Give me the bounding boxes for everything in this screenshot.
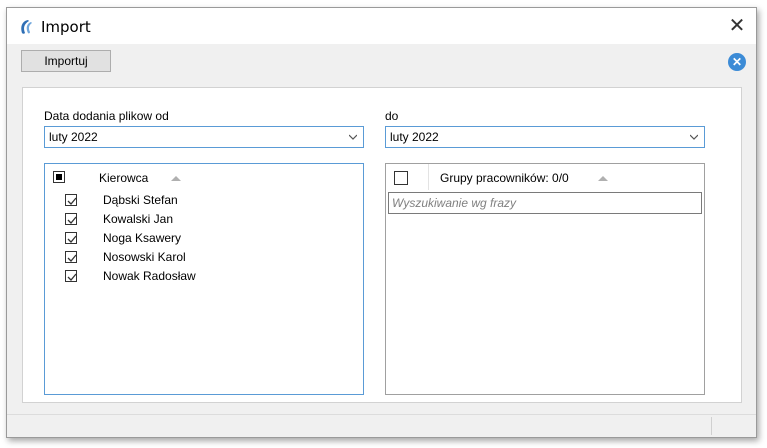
date-to-value: luty 2022 [390,130,439,144]
groups-column-header[interactable]: Grupy pracowników: 0/0 [440,171,569,185]
driver-checkbox[interactable] [65,270,77,282]
date-to-label: do [385,109,399,123]
date-to-dropdown[interactable]: luty 2022 [385,126,705,148]
employee-groups-list: Grupy pracowników: 0/0 Wyszukiwanie wg f… [385,163,705,395]
select-all-drivers-checkbox[interactable] [53,171,65,183]
column-divider [428,164,429,190]
list-item[interactable]: Noga Ksawery [65,230,345,248]
date-from-value: luty 2022 [49,130,98,144]
import-button[interactable]: Importuj [21,50,111,72]
import-window: Import ✕ Importuj ✕ Data dodania plikow … [6,7,757,438]
select-all-groups-checkbox[interactable] [394,171,408,185]
status-bar [7,414,756,437]
driver-checkbox[interactable] [65,232,77,244]
driver-name: Noga Ksawery [103,231,182,245]
chevron-down-icon [690,134,698,140]
driver-checkbox[interactable] [65,251,77,263]
list-item[interactable]: Dąbski Stefan [65,192,345,210]
window-title: Import [41,18,91,36]
driver-name: Dąbski Stefan [103,193,178,207]
title-bar: Import ✕ [7,8,756,44]
date-from-label: Data dodania plikow od [44,109,169,123]
close-circle-icon[interactable]: ✕ [728,53,746,71]
search-placeholder: Wyszukiwanie wg frazy [392,196,517,210]
drivers-column-header[interactable]: Kierowca [99,171,148,185]
list-item[interactable]: Nowak Radosław [65,268,345,286]
status-bar-divider [711,417,712,435]
list-item[interactable]: Nosowski Karol [65,249,345,267]
driver-name: Nosowski Karol [103,250,186,264]
date-from-dropdown[interactable]: luty 2022 [44,126,364,148]
drivers-list: Kierowca Dąbski Stefan Kowalski Jan Noga… [44,163,364,395]
app-logo-icon [21,20,32,34]
driver-checkbox[interactable] [65,213,77,225]
window-close-button[interactable]: ✕ [726,14,748,36]
group-search-input[interactable]: Wyszukiwanie wg frazy [388,192,702,214]
sort-ascending-icon [171,176,181,181]
chevron-down-icon [349,134,357,140]
import-panel: Data dodania plikow od luty 2022 do luty… [22,87,742,403]
driver-name: Nowak Radosław [103,269,196,283]
driver-checkbox[interactable] [65,194,77,206]
sort-ascending-icon [598,176,608,181]
list-item[interactable]: Kowalski Jan [65,211,345,229]
driver-name: Kowalski Jan [103,212,174,226]
toolbar: Importuj ✕ [7,44,756,78]
